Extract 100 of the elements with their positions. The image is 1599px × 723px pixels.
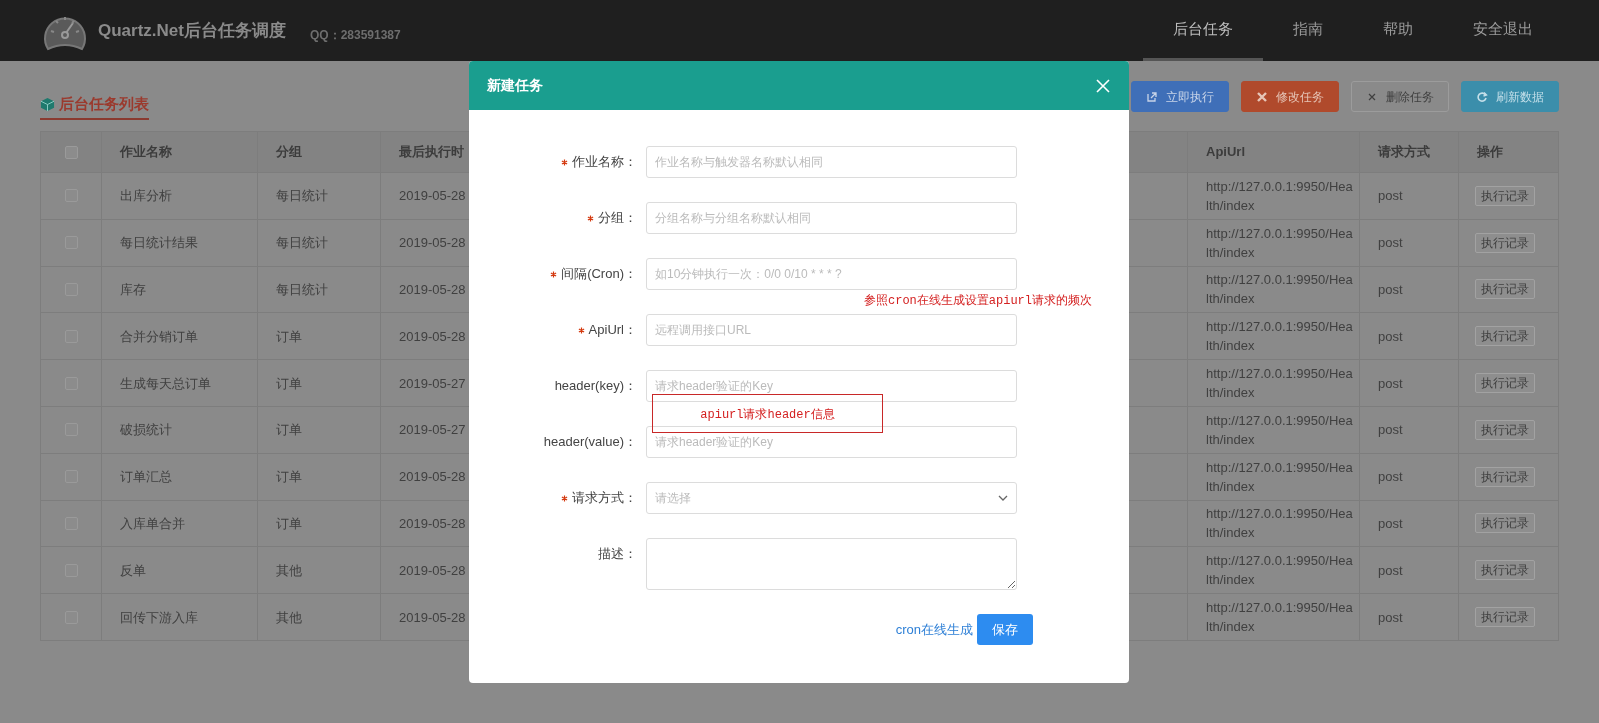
table-cell-text: 2019-05-28 (399, 468, 466, 487)
save-button[interactable]: 保存 (977, 614, 1033, 645)
select-field[interactable]: 请选择 (646, 482, 1017, 514)
table-cell-text: 2019-05-28 (399, 187, 466, 206)
history-button[interactable]: 执行记录 (1475, 607, 1535, 628)
qq-number: QQ：283591387 (309, 26, 401, 44)
history-button[interactable]: 执行记录 (1475, 560, 1535, 581)
table-cell-text: 每日统计 (276, 281, 328, 299)
table-cell-text: http://127.0.0.1:9950/Health/index (1206, 271, 1353, 309)
table-cell-text: 2019-05-27 (399, 374, 466, 393)
table-cell-text: 订单 (276, 514, 302, 533)
dialog-title: 新建任务 (487, 76, 543, 95)
table-cell-text: 入库单合并 (120, 514, 185, 533)
cron-link[interactable]: cron在线生成 (895, 619, 973, 640)
nav-tab[interactable]: 指南 (1263, 0, 1353, 61)
table-cell-text: http://127.0.0.1:9950/Health/index (1206, 458, 1353, 496)
table-cell-text: 每日统计结果 (120, 234, 198, 253)
table-cell-text: 订单 (276, 327, 302, 346)
table-cell-text: 订单汇总 (120, 468, 172, 487)
table-cell-text: 订单 (276, 468, 302, 487)
table-cell-text: post (1378, 234, 1403, 253)
column-header: 操作 (1477, 143, 1503, 162)
column-header: 分组 (276, 143, 302, 162)
field-label: ApiUrl： (588, 321, 637, 340)
table-cell-text: http://127.0.0.1:9950/Health/index (1206, 505, 1353, 543)
field-label: 描述： (598, 545, 637, 564)
column-header: 最后执行时 (399, 143, 464, 162)
history-button[interactable]: 执行记录 (1475, 326, 1535, 347)
nav-tab[interactable]: 后台任务 (1143, 0, 1263, 61)
table-cell-text: 每日统计 (276, 187, 328, 206)
text-input[interactable]: 分组名称与分组名称默认相同 (646, 202, 1017, 234)
table-cell-text: 出库分析 (120, 187, 172, 206)
table-cell-text: post (1378, 281, 1403, 299)
table-cell-text: 回传下游入库 (120, 608, 198, 627)
chevron-down-icon (998, 495, 1008, 501)
history-button[interactable]: 执行记录 (1475, 185, 1535, 206)
table-cell-text: http://127.0.0.1:9950/Health/index (1206, 599, 1353, 637)
toolbar-button[interactable]: 刷新数据 (1461, 81, 1559, 112)
cube-icon (40, 96, 55, 112)
table-cell-text: 其他 (276, 561, 302, 580)
table-cell-text: http://127.0.0.1:9950/Health/index (1206, 224, 1353, 262)
external-link-icon (1146, 90, 1158, 103)
history-button[interactable]: 执行记录 (1475, 373, 1535, 394)
section-title: 后台任务列表 (59, 94, 149, 114)
table-cell-text: 每日统计 (276, 234, 328, 253)
table-cell-text: 合并分销订单 (120, 327, 198, 346)
history-button[interactable]: 执行记录 (1475, 232, 1535, 253)
table-cell-text: post (1378, 374, 1403, 393)
table-cell-text: 订单 (276, 374, 302, 393)
table-cell-text: post (1378, 187, 1403, 206)
toolbar-button[interactable]: 修改任务 (1241, 81, 1339, 112)
history-button[interactable]: 执行记录 (1475, 513, 1535, 534)
table-cell-text: post (1378, 421, 1403, 440)
refresh-icon (1476, 90, 1488, 103)
field-label: 间隔(Cron)： (561, 265, 637, 284)
table-cell-text: http://127.0.0.1:9950/Health/index (1206, 552, 1353, 590)
table-cell-text: 2019-05-27 (399, 421, 466, 440)
table-cell-text: http://127.0.0.1:9950/Health/index (1206, 411, 1353, 449)
table-cell-text: 2019-05-28 (399, 281, 466, 299)
field-label: 作业名称： (572, 153, 637, 172)
table-cell-text: 破损统计 (120, 421, 172, 440)
table-cell-text: post (1378, 561, 1403, 580)
table-cell-text: 2019-05-28 (399, 514, 466, 533)
column-header: 作业名称 (120, 143, 172, 162)
table-cell-text: 订单 (276, 421, 302, 440)
table-cell-text: 2019-05-28 (399, 608, 466, 627)
annotation-box: apiurl请求header信息 (652, 394, 883, 433)
close-icon[interactable] (1095, 77, 1111, 94)
column-header: ApiUrl (1206, 143, 1245, 162)
table-cell-text: 2019-05-28 (399, 234, 466, 253)
table-cell-text: 生成每天总订单 (120, 374, 211, 393)
description-field[interactable] (646, 538, 1017, 590)
history-button[interactable]: 执行记录 (1475, 279, 1535, 300)
text-input[interactable]: 请求header验证的Key (646, 370, 1017, 402)
toolbar-button[interactable]: 删除任务 (1351, 81, 1449, 112)
annotation-note: 参照cron在线生成设置apiurl请求的频次 (864, 293, 1092, 310)
table-cell-text: 2019-05-28 (399, 327, 466, 346)
table-cell-text: post (1378, 327, 1403, 346)
table-cell-text: http://127.0.0.1:9950/Health/index (1206, 365, 1353, 403)
table-cell-text: http://127.0.0.1:9950/Health/index (1206, 318, 1353, 356)
table-cell-text: http://127.0.0.1:9950/Health/index (1206, 177, 1353, 215)
history-button[interactable]: 执行记录 (1475, 466, 1535, 487)
history-button[interactable]: 执行记录 (1475, 419, 1535, 440)
nav-tab[interactable]: 帮助 (1353, 0, 1443, 61)
field-label: 请求方式： (572, 489, 637, 508)
table-cell-text: 库存 (120, 281, 146, 299)
table-cell-text: 反单 (120, 561, 146, 580)
text-input[interactable]: 请求header验证的Key (646, 426, 1017, 458)
table-cell-text: 2019-05-28 (399, 561, 466, 580)
text-input[interactable]: 远程调用接口URL (646, 314, 1017, 346)
field-label: header(value)： (543, 433, 637, 452)
nav-tab[interactable]: 安全退出 (1443, 0, 1563, 61)
field-label: 分组： (598, 209, 637, 228)
table-cell-text: post (1378, 468, 1403, 487)
text-input[interactable]: 作业名称与触发器名称默认相同 (646, 146, 1017, 178)
toolbar-button[interactable]: 立即执行 (1131, 81, 1229, 112)
table-cell-text: 其他 (276, 608, 302, 627)
table-cell-text: post (1378, 608, 1403, 627)
table-cell-text: post (1378, 514, 1403, 533)
field-label: header(key)： (554, 377, 637, 396)
